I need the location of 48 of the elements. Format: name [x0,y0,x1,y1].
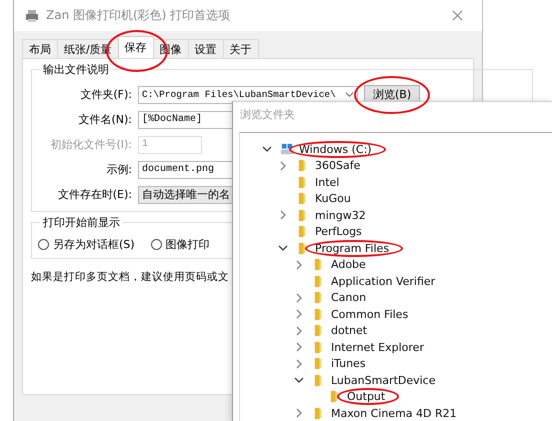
tree-item[interactable]: Program Files [315,242,390,255]
chevron-down-icon[interactable] [345,90,354,99]
radio-option[interactable]: 另存为对话框(S) [38,237,135,252]
radio-option[interactable]: 图像打印 [150,237,210,252]
tree-item[interactable]: Windows (C:) [299,142,372,156]
tab[interactable]: 关于 [222,39,259,58]
chevron-right-icon[interactable] [278,160,288,171]
tree-item[interactable]: LubanSmartDevice [331,374,436,387]
tree-item[interactable]: Maxon Cinema 4D R21 [331,406,457,420]
tree-item[interactable]: Canon [331,291,366,304]
chevron-right-icon[interactable] [294,260,304,270]
field-label: 文件名(N): [77,112,132,127]
chevron-down-icon[interactable] [278,243,288,254]
dialog-title: 浏览文件夹 [239,107,296,123]
window-title: Zan 图像打印机(彩色) 打印首选项 [46,7,232,24]
tree-item[interactable]: Common Files [331,308,408,321]
tree-item[interactable]: KuGou [315,192,351,206]
tree-item[interactable]: 360Safe [315,159,360,172]
field-label: 文件存在时(E): [56,187,132,202]
field-label: 初始化文件号(I): [49,137,132,152]
input-field: 1 [138,136,202,154]
group-title: 打印开始前显示 [40,215,123,230]
chevron-right-icon[interactable] [278,210,288,220]
chevron-right-icon[interactable] [294,342,304,352]
chevron-right-icon[interactable] [294,292,304,303]
field-label: 示例: [105,162,132,177]
tree-item[interactable]: Intel [315,176,340,189]
group-title: 输出文件说明 [40,62,112,77]
field-label: 文件夹(F): [79,87,132,102]
close-icon [452,10,462,21]
chevron-right-icon[interactable] [294,326,304,336]
hint-text: 如果是打印多页文档，建议使用页码或文 [31,270,229,284]
chevron-down-icon[interactable] [262,144,272,154]
chevron-right-icon[interactable] [294,408,304,418]
tree-item[interactable]: mingw32 [315,208,366,222]
tab[interactable]: 保存 [118,36,154,58]
tree-item[interactable]: iTunes [331,357,366,370]
tree-item[interactable]: Application Verifier [331,274,436,288]
tree-item[interactable]: Output [347,390,386,404]
chevron-right-icon[interactable] [294,358,304,369]
tree-item[interactable]: PerfLogs [315,225,362,238]
printer-icon [24,8,40,24]
tab[interactable]: 布局 [22,39,58,58]
chevron-right-icon[interactable] [294,309,304,320]
chevron-down-icon[interactable] [294,375,304,386]
tree-item[interactable]: Adobe [331,258,366,272]
tree-item[interactable]: Internet Explorer [331,340,424,354]
tree-item[interactable]: dotnet [331,324,368,338]
